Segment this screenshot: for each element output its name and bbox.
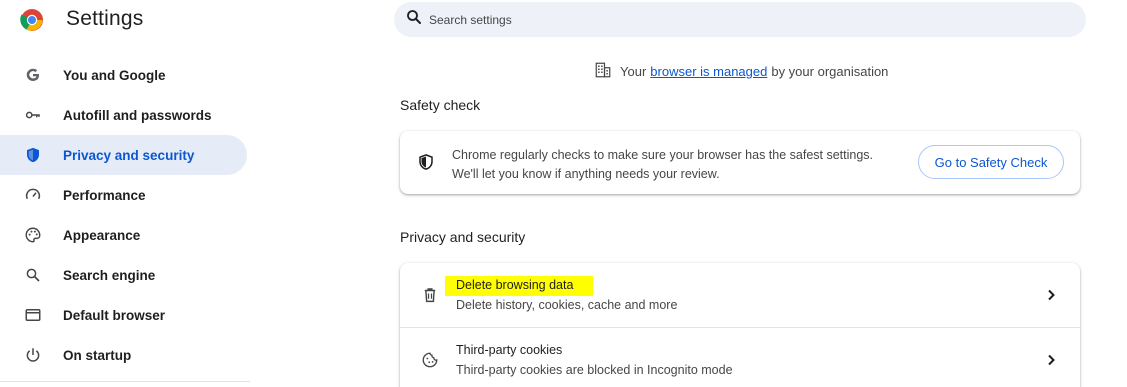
sidebar-item-autofill[interactable]: Autofill and passwords bbox=[0, 95, 247, 135]
sidebar-item-label: Performance bbox=[63, 187, 146, 203]
chevron-right-icon bbox=[1043, 352, 1059, 368]
sidebar-divider bbox=[0, 381, 250, 382]
speedometer-icon bbox=[23, 185, 43, 205]
power-icon bbox=[23, 345, 43, 365]
browser-managed-link[interactable]: browser is managed bbox=[650, 64, 767, 79]
safety-check-description: Chrome regularly checks to make sure you… bbox=[452, 146, 873, 184]
managed-prefix: Your bbox=[620, 64, 647, 79]
go-to-safety-check-button[interactable]: Go to Safety Check bbox=[918, 145, 1064, 179]
palette-icon bbox=[23, 225, 43, 245]
managed-notice: Your browser is managed by your organisa… bbox=[594, 61, 888, 82]
chrome-logo-icon bbox=[20, 8, 44, 32]
sidebar-item-label: You and Google bbox=[63, 67, 166, 83]
page-title: Settings bbox=[66, 7, 144, 30]
sidebar-item-label: Privacy and security bbox=[63, 147, 195, 163]
row-title: Delete browsing data bbox=[456, 278, 574, 292]
sidebar-item-performance[interactable]: Performance bbox=[0, 175, 247, 215]
safety-check-line-2: We'll let you know if anything needs you… bbox=[452, 167, 720, 181]
building-icon bbox=[594, 61, 620, 82]
search-bar[interactable] bbox=[394, 2, 1086, 37]
sidebar-item-label: Search engine bbox=[63, 267, 156, 283]
delete-browsing-data-row[interactable]: Delete browsing data Delete history, coo… bbox=[400, 263, 1080, 327]
safety-check-card: Chrome regularly checks to make sure you… bbox=[400, 131, 1080, 194]
sidebar-item-label: Default browser bbox=[63, 307, 166, 323]
shield-icon bbox=[417, 153, 435, 171]
trash-icon bbox=[421, 286, 439, 304]
sidebar-item-label: Autofill and passwords bbox=[63, 107, 212, 123]
google-g-icon bbox=[23, 65, 43, 85]
row-subtitle: Third-party cookies are blocked in Incog… bbox=[456, 363, 733, 377]
key-icon bbox=[23, 105, 43, 125]
sidebar-item-label: On startup bbox=[63, 347, 132, 363]
search-icon bbox=[23, 265, 43, 285]
chevron-right-icon bbox=[1043, 287, 1059, 303]
row-title: Third-party cookies bbox=[456, 343, 563, 357]
shield-icon bbox=[23, 145, 43, 165]
search-icon bbox=[405, 8, 423, 31]
settings-page: Settings You and Google Autofill and pas… bbox=[0, 0, 1127, 387]
sidebar-item-appearance[interactable]: Appearance bbox=[0, 215, 247, 255]
sidebar-item-you-and-google[interactable]: You and Google bbox=[0, 55, 247, 95]
sidebar-item-privacy[interactable]: Privacy and security bbox=[0, 135, 247, 175]
safety-check-line-1: Chrome regularly checks to make sure you… bbox=[452, 148, 874, 162]
row-subtitle: Delete history, cookies, cache and more bbox=[456, 298, 678, 312]
safety-check-heading: Safety check bbox=[400, 97, 481, 113]
sidebar-item-label: Appearance bbox=[63, 227, 141, 243]
privacy-card: Delete browsing data Delete history, coo… bbox=[400, 263, 1080, 387]
managed-suffix: by your organisation bbox=[771, 64, 889, 79]
privacy-heading: Privacy and security bbox=[400, 229, 526, 245]
third-party-cookies-row[interactable]: Third-party cookies Third-party cookies … bbox=[400, 328, 1080, 387]
browser-window-icon bbox=[23, 305, 43, 325]
sidebar: You and Google Autofill and passwords Pr… bbox=[0, 55, 250, 375]
sidebar-item-on-startup[interactable]: On startup bbox=[0, 335, 247, 375]
cookie-icon bbox=[421, 351, 439, 369]
search-input[interactable] bbox=[429, 12, 1029, 27]
sidebar-item-default-browser[interactable]: Default browser bbox=[0, 295, 247, 335]
sidebar-item-search-engine[interactable]: Search engine bbox=[0, 255, 247, 295]
